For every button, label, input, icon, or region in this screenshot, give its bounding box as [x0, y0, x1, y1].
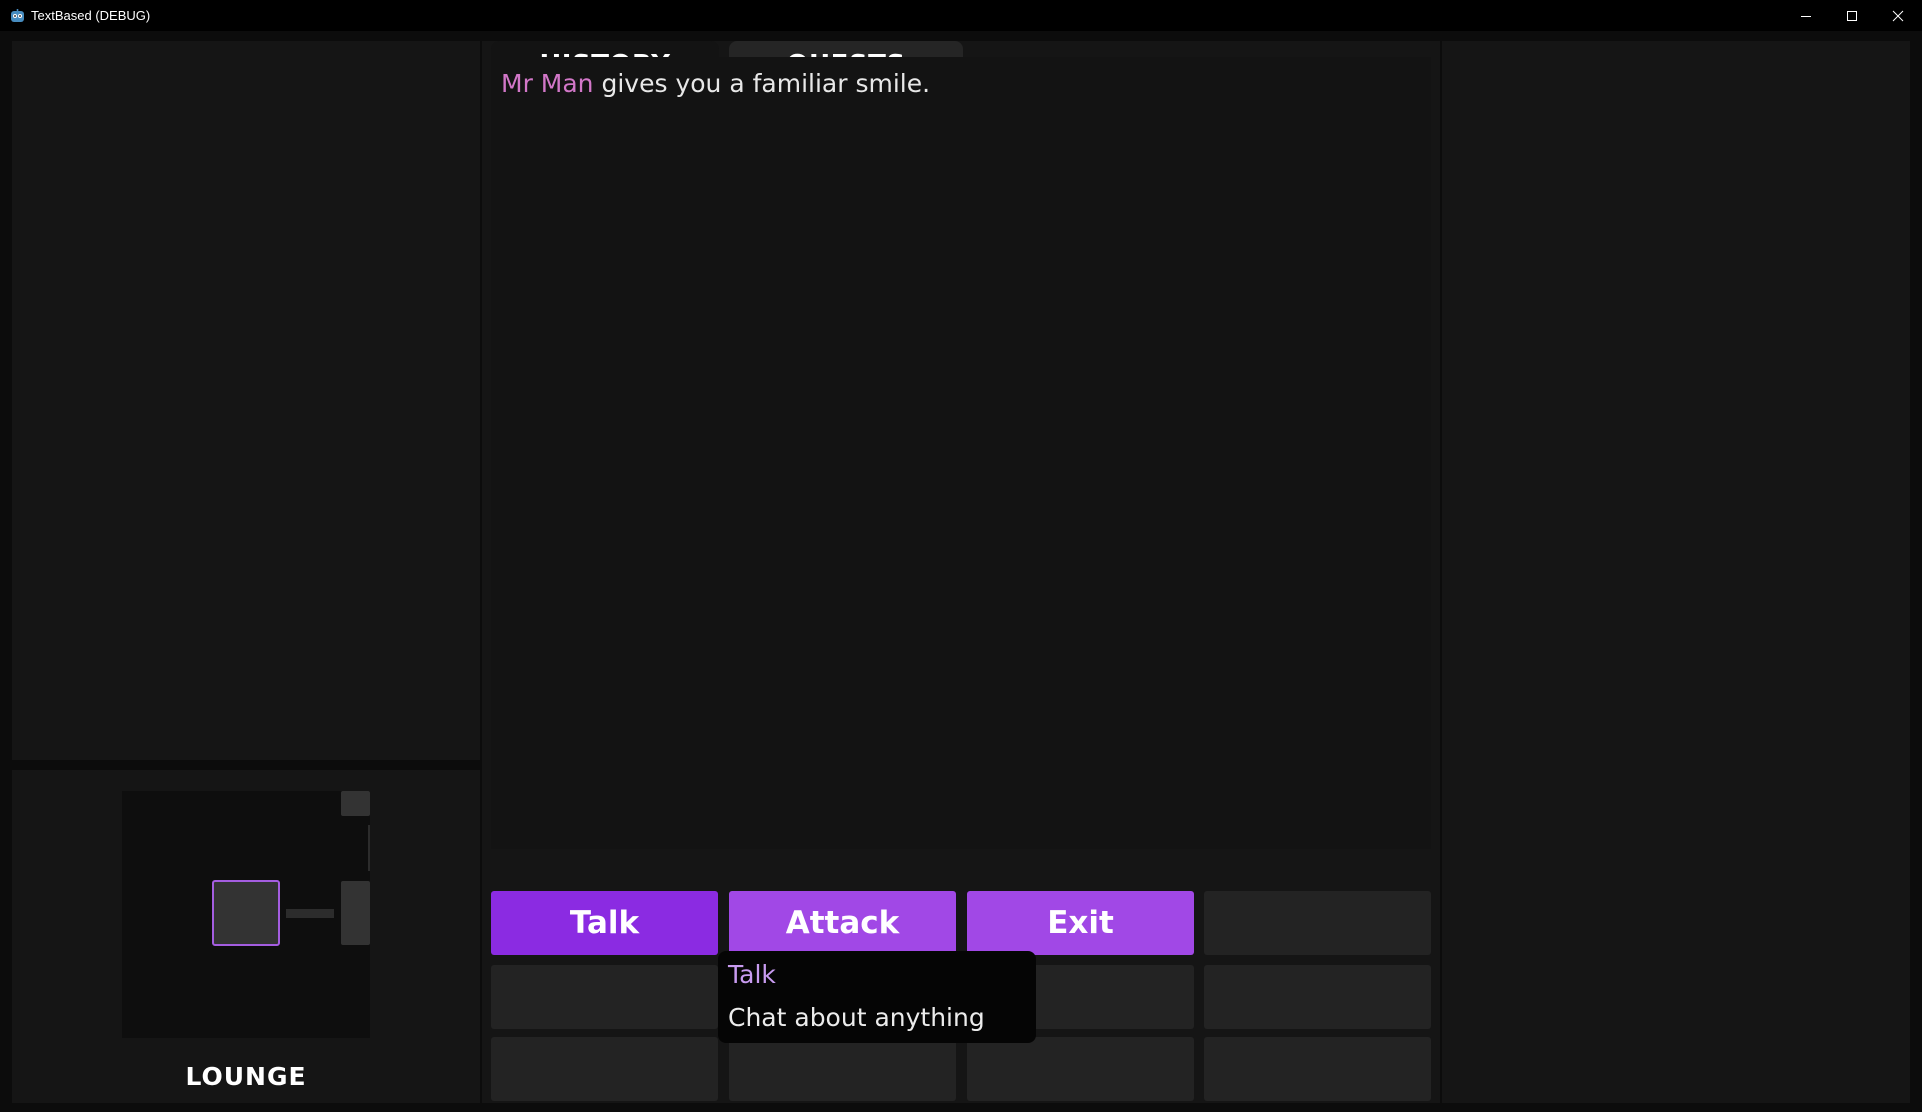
exit-button-label: Exit	[1047, 905, 1114, 941]
tooltip-title: Talk	[728, 960, 776, 989]
maximize-icon	[1846, 10, 1858, 22]
talk-button-label: Talk	[569, 905, 640, 941]
window-titlebar[interactable]: TextBased (DEBUG)	[0, 0, 1922, 31]
empty-action-slot[interactable]	[1204, 965, 1431, 1029]
history-entry-text: gives you a familiar smile.	[593, 69, 931, 98]
empty-action-slot[interactable]	[1204, 891, 1431, 955]
empty-action-slot[interactable]	[1204, 1037, 1431, 1101]
history-log[interactable]: Mr Man gives you a familiar smile.	[491, 57, 1431, 849]
map-room	[341, 881, 370, 945]
action-tooltip: Talk Chat about anything	[718, 951, 1036, 1043]
map-corridor	[286, 909, 334, 918]
map-room	[341, 791, 370, 816]
close-icon	[1892, 10, 1904, 22]
talk-button[interactable]: Talk	[491, 891, 718, 955]
tooltip-description: Chat about anything	[728, 1003, 985, 1032]
minimap[interactable]	[122, 791, 370, 1038]
godot-engine-icon	[10, 8, 25, 23]
attack-button-label: Attack	[785, 905, 900, 941]
empty-action-slot[interactable]	[491, 965, 718, 1029]
empty-action-slot[interactable]	[729, 1037, 956, 1101]
close-button[interactable]	[1875, 0, 1921, 31]
map-room-current	[212, 880, 280, 946]
minimize-button[interactable]	[1783, 0, 1829, 31]
empty-action-slot[interactable]	[491, 1037, 718, 1101]
window-title: TextBased (DEBUG)	[31, 8, 151, 23]
exit-button[interactable]: Exit	[967, 891, 1194, 955]
empty-action-slot[interactable]	[967, 1037, 1194, 1101]
map-corridor	[368, 825, 370, 871]
left-info-panel	[12, 41, 480, 760]
maximize-button[interactable]	[1829, 0, 1875, 31]
minimize-icon	[1800, 10, 1812, 22]
location-name: LOUNGE	[185, 1062, 307, 1091]
history-entry: Mr Man gives you a familiar smile.	[501, 69, 930, 98]
npc-name[interactable]: Mr Man	[501, 69, 594, 98]
right-panel	[1442, 41, 1910, 1103]
attack-button[interactable]: Attack	[729, 891, 956, 955]
